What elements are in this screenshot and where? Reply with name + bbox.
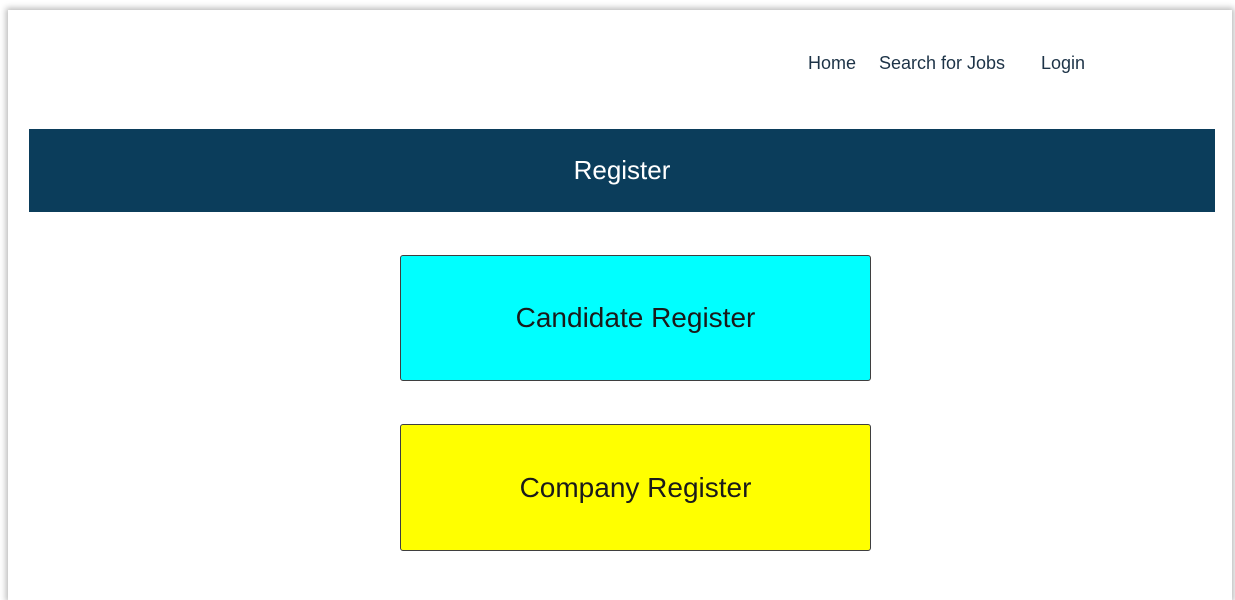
candidate-register-label: Candidate Register: [515, 302, 756, 333]
nav-link-home[interactable]: Home: [808, 52, 856, 74]
nav-link-search-jobs[interactable]: Search for Jobs: [879, 52, 1005, 74]
page-title: Register: [573, 155, 671, 185]
register-banner: Register: [29, 129, 1215, 212]
company-register-button[interactable]: Company Register: [400, 424, 871, 551]
company-register-label: Company Register: [519, 471, 752, 503]
candidate-register-button[interactable]: Candidate Register: [400, 255, 871, 381]
nav-link-login[interactable]: Login: [1041, 52, 1085, 74]
